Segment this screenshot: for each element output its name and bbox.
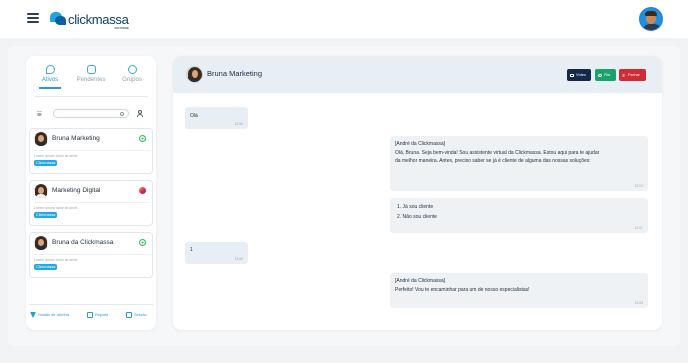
contact-tag: Clickmassa [34, 160, 58, 166]
message-line: Perfeito! Vou te encaminhar para um de n… [395, 287, 530, 293]
footer-label: Sessão [134, 313, 147, 317]
contact-preview: Lorem ipsum dolor sit amet. [34, 154, 79, 158]
message-time: 12:02 [234, 257, 244, 261]
footer-label: Gestão de clientes [38, 313, 70, 317]
briefcase-icon [87, 312, 93, 318]
message-text: Olá [190, 113, 198, 119]
contact-item[interactable]: Bruna da Clickmassa Lorem ipsum dolor si… [29, 232, 153, 278]
contact-item[interactable]: Marketing Digital Lorem ipsum dolor sit … [29, 180, 153, 226]
queue-icon [598, 73, 602, 77]
close-chat-button[interactable]: ✆ Fechar [619, 69, 646, 81]
contact-name: Bruna Marketing [52, 135, 100, 142]
tab-ativos[interactable]: Ativos [30, 65, 70, 89]
message-time: 12:01 [634, 184, 644, 188]
message-time: 12:01 [634, 226, 644, 230]
phone-end-icon: ✆ [622, 72, 626, 78]
whatsapp-icon [139, 135, 146, 142]
message-time: 12:03 [634, 301, 644, 305]
conversation-tabs: Ativos Pendentes Grupos [26, 65, 156, 95]
queue-label: Fila [604, 73, 611, 77]
add-user-icon[interactable] [136, 110, 144, 118]
message-sender: [André da Clickmassa] [395, 278, 446, 284]
queue-button[interactable]: Fila [595, 69, 616, 81]
calendar-icon [126, 312, 132, 318]
divider [34, 254, 150, 255]
chat-header: Bruna Marketing Vídeo Fila ✆ Fechar [173, 56, 662, 93]
contact-name: Bruna da Clickmassa [52, 239, 114, 246]
sidebar-footer: Gestão de clientes Reports Sessão [26, 307, 156, 325]
search-input[interactable] [54, 118, 114, 126]
tab-divider [34, 96, 148, 97]
contact-tag: Clickmassa [34, 264, 58, 270]
message-time: 12:00 [234, 122, 244, 126]
contact-avatar [34, 236, 48, 250]
video-camera-icon [570, 73, 574, 77]
chat-bubble-icon [45, 65, 55, 74]
message-line: Olá, Bruna. Seja bem-vinda! Sou assisten… [395, 150, 600, 156]
search-icon [120, 111, 124, 116]
contact-tag: Clickmassa [34, 212, 58, 218]
tab-label: Ativos [41, 77, 59, 83]
message-outgoing: [André da Clickmassa] Perfeito! Vou te e… [390, 273, 648, 308]
filter-icon[interactable]: ⩸ [37, 110, 45, 118]
option-item[interactable]: 1. Já sou cliente [397, 204, 433, 212]
chat-contact-name: Bruna Marketing [207, 69, 263, 78]
option-item[interactable]: 2. Não sou cliente [397, 214, 437, 222]
user-avatar[interactable] [639, 7, 663, 31]
tab-grupos[interactable]: Grupos [112, 65, 152, 83]
top-bar: clickmassa SOFTWARE [0, 0, 688, 38]
contact-preview: Lorem ipsum dolor sit amet. [34, 206, 79, 210]
footer-label: Reports [95, 313, 109, 317]
logo[interactable]: clickmassa SOFTWARE [50, 10, 129, 30]
message-line: da melhor maneira. Antes, preciso saber … [395, 158, 591, 164]
divider [34, 150, 150, 151]
funnel-icon [30, 312, 36, 318]
message-outgoing: [André da Clickmassa] Olá, Bruna. Seja b… [390, 136, 648, 191]
tab-label: Pendentes [76, 77, 106, 83]
video-button[interactable]: Vídeo [567, 69, 591, 81]
footer-reports-button[interactable]: Reports [87, 312, 108, 318]
contact-item[interactable]: Bruna Marketing Lorem ipsum dolor sit am… [29, 128, 153, 174]
footer-divider [29, 304, 153, 305]
contact-avatar [34, 132, 48, 146]
contact-name: Marketing Digital [52, 187, 101, 194]
chat-contact-avatar[interactable] [186, 66, 203, 83]
tab-label: Grupos [122, 77, 142, 83]
whatsapp-icon [139, 239, 146, 246]
pending-chat-icon [86, 65, 96, 74]
footer-sessao-button[interactable]: Sessão [126, 312, 147, 318]
message-text: 1 [190, 247, 193, 253]
group-icon [127, 65, 137, 74]
logo-text: clickmassa SOFTWARE [68, 11, 129, 30]
chat-panel: Bruna Marketing Vídeo Fila ✆ Fechar Olá … [173, 56, 662, 330]
contact-avatar [34, 184, 48, 198]
divider [34, 202, 150, 203]
menu-icon[interactable] [27, 13, 39, 23]
message-options: 1. Já sou cliente 2. Não sou cliente 12:… [390, 198, 648, 233]
video-label: Vídeo [576, 73, 586, 77]
close-label: Fechar [628, 73, 640, 77]
instagram-icon [139, 187, 146, 194]
footer-gestao-button[interactable]: Gestão de clientes [30, 312, 69, 318]
contact-preview: Lorem ipsum dolor sit amet. [34, 258, 79, 262]
logo-mark-icon [50, 12, 66, 26]
tab-pendentes[interactable]: Pendentes [71, 65, 111, 83]
message-sender: [André da Clickmassa] [395, 141, 446, 147]
message-incoming: 1 12:02 [185, 242, 248, 264]
message-incoming: Olá 12:00 [185, 107, 248, 129]
search-field[interactable] [53, 109, 129, 126]
